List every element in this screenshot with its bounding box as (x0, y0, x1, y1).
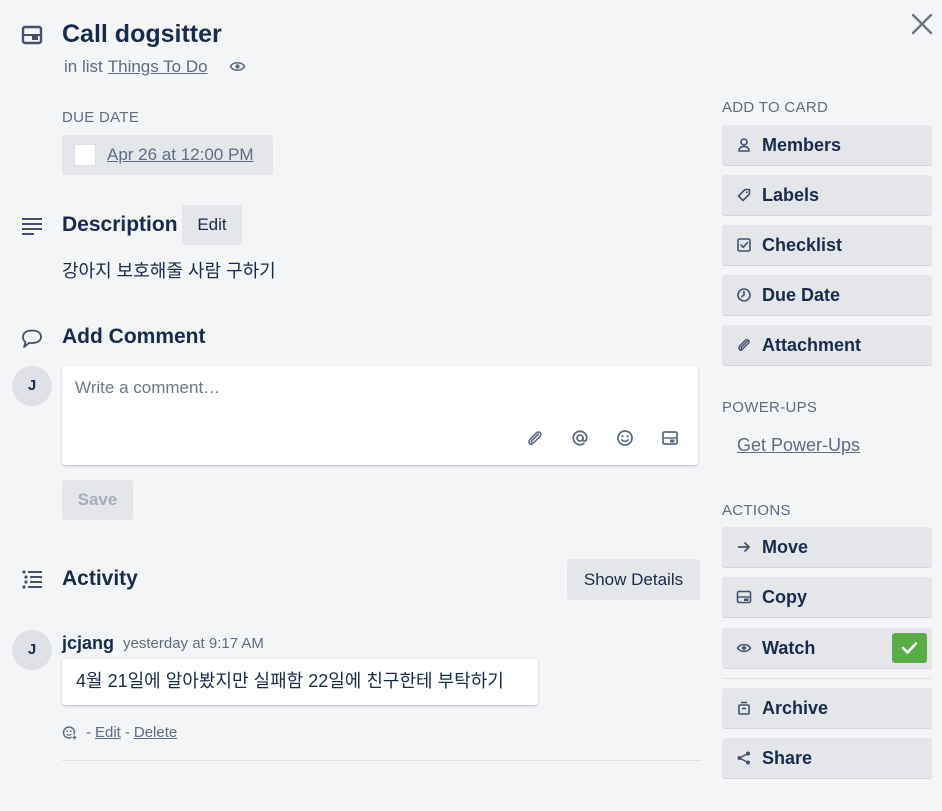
copy-button[interactable]: Copy (722, 577, 932, 617)
description-icon (20, 214, 44, 238)
paperclip-icon (736, 337, 752, 353)
power-ups-label: POWER-UPS (722, 399, 818, 416)
watch-checked-badge (892, 633, 927, 663)
comment-box[interactable] (62, 366, 698, 465)
due-date-value[interactable]: Apr 26 at 12:00 PM (107, 145, 253, 165)
edit-description-button[interactable]: Edit (182, 205, 242, 245)
delete-comment-link[interactable]: Delete (134, 723, 177, 743)
copy-label: Copy (762, 587, 807, 607)
actions-label: ACTIONS (722, 502, 791, 519)
archive-button[interactable]: Archive (722, 688, 932, 728)
person-icon (736, 137, 752, 153)
checklist-label: Checklist (762, 235, 843, 255)
separator: - (86, 724, 91, 741)
in-list-text: in list Things To Do (64, 57, 208, 77)
close-icon[interactable] (908, 10, 936, 38)
due-complete-checkbox[interactable] (74, 144, 96, 166)
activity-icon (20, 568, 44, 590)
show-details-button[interactable]: Show Details (567, 559, 700, 600)
members-label: Members (762, 135, 842, 155)
activity-username[interactable]: jcjang (62, 632, 114, 654)
edit-comment-link[interactable]: Edit (95, 723, 121, 743)
description-heading: Description (62, 213, 178, 236)
checklist-icon (736, 237, 752, 253)
due-date-label: DUE DATE (62, 109, 140, 126)
tag-icon (736, 187, 752, 203)
share-icon (736, 750, 752, 766)
watch-button[interactable]: Watch (722, 628, 932, 668)
activity-timestamp[interactable]: yesterday at 9:17 AM (123, 635, 264, 653)
due-date-button[interactable]: Due Date (722, 275, 932, 315)
activity-heading: Activity (62, 567, 138, 590)
labels-button[interactable]: Labels (722, 175, 932, 215)
archive-icon (736, 700, 752, 716)
attachment-button[interactable]: Attachment (722, 325, 932, 365)
watch-label: Watch (762, 638, 816, 658)
activity-comment-actions: - Edit - Delete (62, 723, 177, 743)
card-title[interactable]: Call dogsitter (62, 18, 222, 50)
card-icon (736, 589, 752, 605)
avatar[interactable]: J (12, 366, 52, 406)
separator: - (124, 724, 130, 741)
get-power-ups-link[interactable]: Get Power-Ups (737, 434, 860, 456)
share-button[interactable]: Share (722, 738, 932, 778)
due-date-label: Due Date (762, 285, 841, 305)
checkmark-icon (901, 642, 918, 654)
members-button[interactable]: Members (722, 125, 932, 165)
paperclip-icon[interactable] (525, 428, 545, 448)
eye-icon (229, 59, 246, 74)
share-label: Share (762, 748, 813, 768)
move-label: Move (762, 537, 809, 557)
move-button[interactable]: Move (722, 527, 932, 567)
labels-label: Labels (762, 185, 820, 205)
list-link[interactable]: Things To Do (108, 57, 208, 76)
description-text[interactable]: 강아지 보호해줄 사람 구하기 (62, 259, 276, 283)
add-to-card-label: ADD TO CARD (722, 99, 829, 116)
clock-icon (736, 287, 752, 303)
due-date-badge[interactable]: Apr 26 at 12:00 PM (62, 135, 273, 175)
comment-input[interactable] (75, 378, 675, 398)
card-icon (20, 23, 44, 47)
avatar[interactable]: J (12, 630, 52, 670)
arrow-right-icon (736, 539, 752, 555)
activity-comment-text: 4월 21일에 알아봤지만 실패함 22일에 친구한테 부탁하기 (62, 659, 538, 705)
checklist-button[interactable]: Checklist (722, 225, 932, 265)
save-comment-button[interactable]: Save (62, 480, 133, 520)
comment-icon (20, 328, 44, 350)
emoji-icon[interactable] (615, 428, 635, 448)
divider (722, 678, 932, 679)
add-reaction-icon[interactable] (62, 725, 78, 741)
card-icon[interactable] (660, 428, 680, 448)
at-sign-icon[interactable] (570, 428, 590, 448)
divider (62, 760, 701, 761)
archive-label: Archive (762, 698, 829, 718)
add-comment-heading: Add Comment (62, 325, 206, 348)
in-list-prefix: in list (64, 57, 103, 76)
eye-icon (736, 640, 752, 656)
attachment-label: Attachment (762, 335, 862, 355)
